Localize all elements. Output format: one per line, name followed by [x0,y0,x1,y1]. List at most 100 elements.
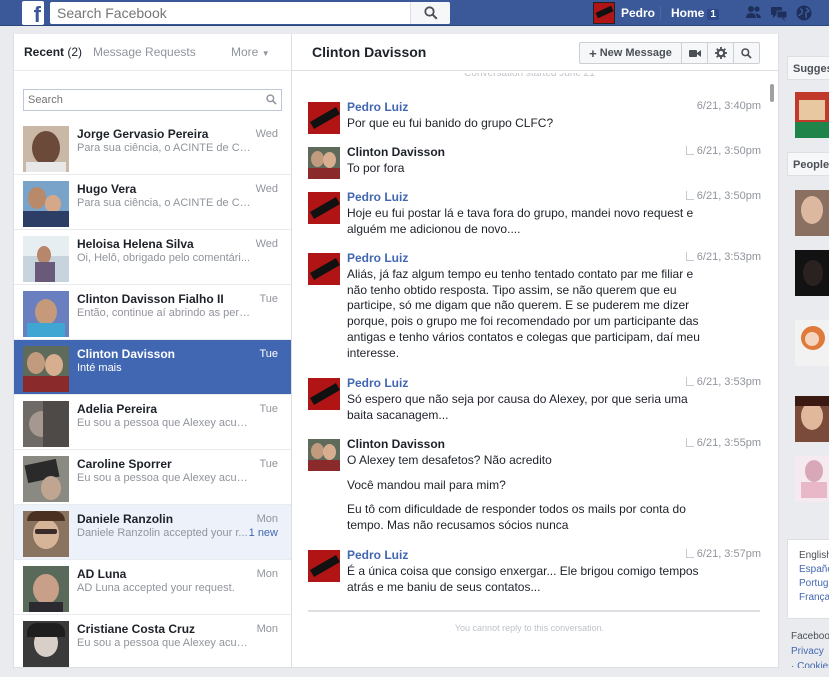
profile-name: Pedro [621,6,656,20]
avatar[interactable] [795,320,829,366]
tab-more-label: More [231,45,259,59]
avatar[interactable] [308,439,340,471]
message-time-text: 6/21, 3:53pm [696,251,761,263]
seen-check-icon [685,549,694,558]
conversation-time: Wed [255,238,278,250]
tab-recent-label: Recent [24,45,65,59]
conversation-snippet: Para sua ciência, o ACINTE de Cl... [77,197,251,209]
seen-check-icon [685,377,694,386]
message-text: O Alexey tem desafetos? Não acredito [347,453,552,467]
sender-name[interactable]: Pedro Luiz [347,251,408,265]
conversation-item-selected[interactable]: Clinton Davisson Inté mais Tue [14,340,291,395]
sender-name[interactable]: Pedro Luiz [347,548,408,562]
avatar[interactable] [795,456,829,502]
conversation-item[interactable]: Hugo Vera Para sua ciência, o ACINTE de … [14,175,291,230]
avatar[interactable] [795,190,829,236]
conversation-started-label: Conversation started June 21 [464,73,595,79]
conversation-item[interactable]: AD Luna AD Luna accepted your request. M… [14,560,291,615]
search-conversation-button[interactable] [733,43,759,63]
footer: Facebook © 2016 Privacy · Cookies [791,629,829,668]
globe-notifications-icon[interactable] [795,4,813,22]
avatar[interactable] [308,147,340,179]
conversation-search-input[interactable] [24,90,262,110]
tab-more[interactable]: More ▼ [231,45,270,59]
conversation-snippet: Oi, Helô, obrigado pelo comentári... [77,252,251,264]
conversation-panel: Clinton Davisson + New Message Conversati… [292,34,779,668]
messages-icon[interactable] [770,4,788,22]
message-time-text: 6/21, 3:50pm [696,190,761,202]
message-body: To por fora [347,161,712,177]
avatar[interactable] [308,192,340,224]
conversation-time: Tue [259,348,278,360]
search-icon [424,6,438,20]
search-icon[interactable] [266,94,277,105]
message-text: To por fora [347,161,405,175]
facebook-logo-icon[interactable]: f [22,1,44,25]
footer-privacy-link[interactable]: Privacy [791,644,829,659]
top-bar: f Pedro Home1 [0,0,829,26]
message-time: 6/21, 3:57pm [685,548,761,560]
global-search-button[interactable] [410,2,450,24]
tab-message-requests[interactable]: Message Requests [93,45,196,59]
sender-name[interactable]: Pedro Luiz [347,190,408,204]
home-link[interactable]: Home 1 [671,6,719,20]
conversation-item-unread[interactable]: Daniele Ranzolin Daniele Ranzolin accept… [14,505,291,560]
sender-name[interactable]: Pedro Luiz [347,376,408,390]
conversation-list: Jorge Gervasio Pereira Para sua ciência,… [14,120,291,667]
message-body: O Alexey tem desafetos? Não acredito Voc… [347,453,712,534]
conversation-search [23,89,282,111]
conversation-snippet: AD Luna accepted your request. [77,582,235,594]
new-message-label: New Message [599,47,672,59]
conversation-item[interactable]: Heloisa Helena Silva Oi, Helô, obrigado … [14,230,291,285]
avatar [23,401,69,447]
conversation-item[interactable]: Jorge Gervasio Pereira Para sua ciência,… [14,120,291,175]
conversation-snippet: Daniele Ranzolin accepted your r... [77,527,248,539]
sender-name[interactable]: Clinton Davisson [347,437,445,451]
scrollbar[interactable] [770,84,774,102]
conversation-snippet: Eu sou a pessoa que Alexey acus... [77,472,251,484]
profile-link[interactable]: Pedro [593,2,655,24]
conversation-item[interactable]: Caroline Sporrer Eu sou a pessoa que Ale… [14,450,291,505]
footer-copyright: Facebook © 2016 [791,631,829,642]
sender-name[interactable]: Pedro Luiz [347,100,408,114]
conversation-name: Caroline Sporrer [77,457,172,471]
friend-requests-icon[interactable] [745,4,763,22]
message-body: Por que eu fui banido do grupo CLFC? [347,116,712,132]
language-link[interactable]: Español [799,563,829,577]
global-search-input[interactable] [50,2,410,24]
avatar [23,621,69,667]
suggested-page-image[interactable] [795,92,829,138]
avatar [593,2,615,24]
message-text: Aliás, já faz algum tempo eu tenho tenta… [347,267,700,360]
sender-name[interactable]: Clinton Davisson [347,145,445,159]
message-body: É a única coisa que consigo enxergar... … [347,564,712,595]
avatar[interactable] [308,378,340,410]
language-current: English (US) [799,550,829,561]
new-message-button[interactable]: + New Message [580,43,681,63]
seen-check-icon [685,252,694,261]
tab-recent[interactable]: Recent (2) [24,45,82,59]
avatar[interactable] [308,253,340,285]
search-icon [741,47,752,59]
message-text: Hoje eu fui postar lá e tava fora do gru… [347,206,694,236]
conversation-item[interactable]: Cristiane Costa Cruz Eu sou a pessoa que… [14,615,291,667]
avatar[interactable] [795,396,829,442]
avatar[interactable] [308,550,340,582]
message-body: Só espero que não seja por causa do Alex… [347,392,712,423]
footer-cookies-link[interactable]: · Cookies [791,659,829,668]
gear-icon [714,47,727,59]
language-link[interactable]: Português (Brasil) [799,577,829,591]
avatar [23,181,69,227]
cannot-reply-notice: You cannot reply to this conversation. [454,623,605,633]
message-body: Hoje eu fui postar lá e tava fora do gru… [347,206,712,237]
conversation-item[interactable]: Adelia Pereira Eu sou a pessoa que Alexe… [14,395,291,450]
language-link[interactable]: Français (France) [799,591,829,605]
settings-button[interactable] [707,43,733,63]
conversation-time: Mon [256,623,278,635]
language-box: English (US) Español Português (Brasil) … [787,539,829,619]
avatar [23,236,69,282]
video-call-button[interactable] [681,43,707,63]
conversation-item[interactable]: Clinton Davisson Fialho II Então, contin… [14,285,291,340]
avatar[interactable] [795,250,829,296]
avatar[interactable] [308,102,340,134]
